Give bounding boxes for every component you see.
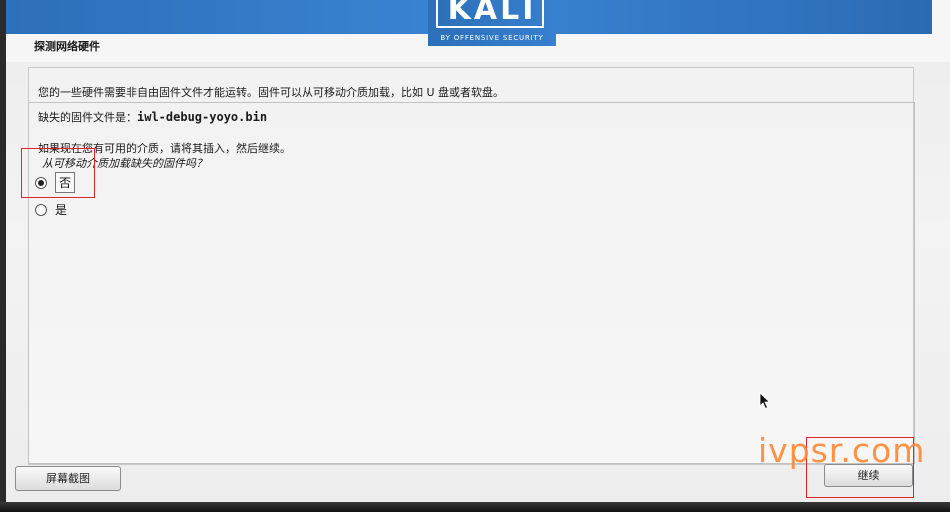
installer-screen: KALI BY OFFENSIVE SECURITY 探测网络硬件 您的一些硬件… <box>0 0 950 512</box>
logo-subtitle: BY OFFENSIVE SECURITY <box>440 34 544 42</box>
kali-logo: KALI BY OFFENSIVE SECURITY <box>428 0 556 46</box>
monitor-bezel-bottom <box>0 502 950 512</box>
option-no[interactable]: 否 <box>35 172 76 193</box>
firmware-message: 您的一些硬件需要非自由固件文件才能运转。固件可以从可移动介质加载，比如 U 盘或… <box>38 86 505 99</box>
radio-selected-icon[interactable] <box>35 176 47 189</box>
step-title: 探测网络硬件 <box>34 40 100 53</box>
continue-button[interactable]: 继续 <box>824 464 913 487</box>
missing-firmware-file: iwl-debug-yoyo.bin <box>137 110 268 124</box>
monitor-bezel-left <box>0 0 6 512</box>
mouse-pointer-icon <box>759 392 771 410</box>
load-firmware-question: 从可移动介质加载缺失的固件吗？ <box>42 157 207 170</box>
missing-firmware-line: 缺失的固件文件是：iwl-debug-yoyo.bin <box>38 109 267 125</box>
radio-unselected-icon[interactable] <box>35 203 47 216</box>
option-no-label[interactable]: 否 <box>55 172 76 193</box>
option-yes[interactable]: 是 <box>35 201 67 218</box>
option-yes-label[interactable]: 是 <box>55 201 67 218</box>
logo-text: KALI <box>447 0 537 27</box>
insert-media-message: 如果现在您有可用的介质，请将其插入，然后继续。 <box>38 142 291 155</box>
missing-firmware-label: 缺失的固件文件是： <box>38 111 137 124</box>
screenshot-button[interactable]: 屏幕截图 <box>15 466 121 491</box>
